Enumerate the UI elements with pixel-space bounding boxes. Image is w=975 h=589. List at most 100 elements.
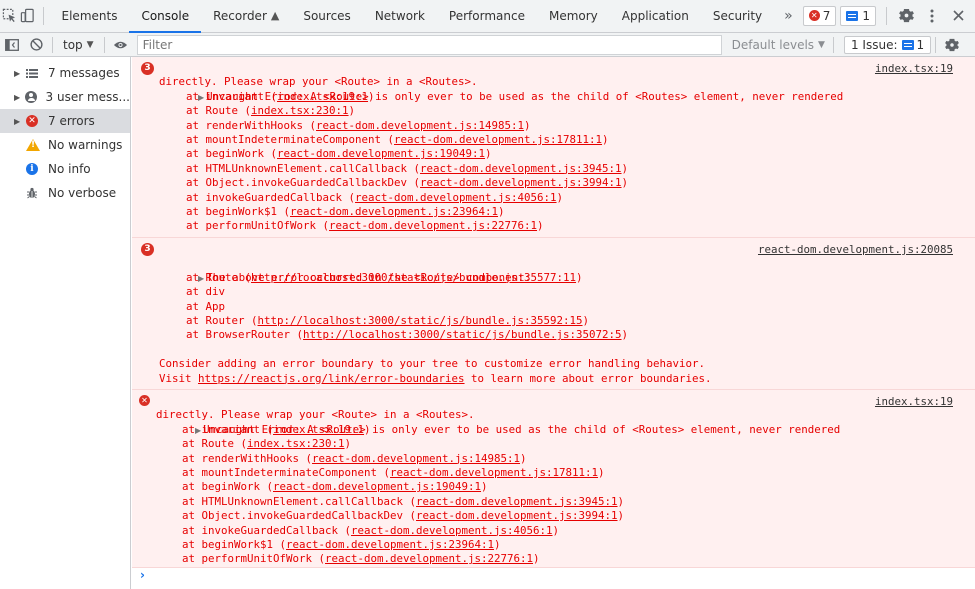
stack-frame: at beginWork (react-dom.development.js:1… [132,480,975,494]
sidebar-item-user-messages[interactable]: ▶ 3 user mess... [0,85,130,109]
frame-link[interactable]: react-dom.development.js:19049:1 [273,480,481,493]
error-boundaries-link[interactable]: https://reactjs.org/link/error-boundarie… [198,372,465,385]
stack-frame: at invokeGuardedCallback (react-dom.deve… [132,524,975,538]
frame-link[interactable]: react-dom.development.js:19049:1 [277,147,485,160]
frame-fn: at mountIndeterminateComponent ( [182,465,391,479]
frame-link[interactable]: react-dom.development.js:22776:1 [325,552,533,565]
expand-arrow-icon[interactable]: ▶ [14,93,25,102]
tab-label: Elements [61,8,118,23]
frame-link[interactable]: react-dom.development.js:3994:1 [420,176,622,189]
frame-end: ) [485,147,492,161]
console-prompt[interactable]: › [140,568,145,582]
stack-frame: at Object.invokeGuardedCallbackDev (reac… [132,176,975,190]
frame-link[interactable]: react-dom.development.js:23964:1 [286,538,494,551]
more-tabs-button[interactable]: » [774,0,803,32]
console-messages: 3 ▶ Uncaught Error: A <Route> is only eve… [132,57,975,589]
log-levels-dropdown[interactable]: Default levels ▼ [728,38,829,52]
stack-frame: at div [132,285,975,299]
frame-link[interactable]: http://localhost:3000/static/js/bundle.j… [258,314,583,327]
settings-gear-icon[interactable] [893,3,919,29]
frame-link[interactable]: react-dom.development.js:4056:1 [355,191,557,204]
sidebar-item-messages[interactable]: ▶ 7 messages [0,61,130,85]
issues-button[interactable]: 1 Issue: 1 [843,35,932,54]
tab-security[interactable]: Security [701,0,774,32]
frame-link[interactable]: react-dom.development.js:17811:1 [390,466,598,479]
toolbar-divider [886,6,887,25]
console-error-message[interactable]: 3 ▶ Uncaught Error: A <Route> is only eve… [132,57,975,238]
tab-memory[interactable]: Memory [537,0,610,32]
issues-count: 1 [916,37,925,52]
console-error-message[interactable]: ✕ ▶ Uncaught Error: A <Route> is only eve… [132,390,975,568]
frame-end: ) [621,176,629,190]
tab-label: Recorder [213,8,267,23]
frame-link[interactable]: react-dom.development.js:3945:1 [416,495,618,508]
source-link[interactable]: index.tsx:19 [875,395,953,409]
frame-fn: at App [186,299,226,313]
error-icon: ✕ [139,395,150,406]
frame-fn: at renderWithHooks ( [186,118,317,132]
issue-icon [846,10,859,21]
frame-link[interactable]: react-dom.development.js:3945:1 [420,162,622,175]
toolbar-divider [103,36,105,53]
frame-end: ) [520,451,527,465]
tab-console[interactable]: Console [129,0,201,33]
devtools-tabbar: Elements Console Recorder ▲ Sources Netwo… [0,0,975,33]
clear-console-icon[interactable] [24,33,48,57]
eye-icon[interactable] [109,33,133,57]
frame-link[interactable]: index.tsx:230:1 [251,104,349,117]
tab-sources[interactable]: Sources [291,0,362,32]
inspect-element-icon[interactable] [0,0,18,32]
sidebar-item-errors[interactable]: ▶ ✕ 7 errors [0,109,130,133]
tab-label: Application [621,8,689,23]
user-icon [25,91,38,103]
sidebar-item-verbose[interactable]: ▶ No verbose [0,181,130,205]
context-selector[interactable]: top ▼ [57,38,100,52]
frame-fn: at Object.invokeGuardedCallbackDev ( [182,509,417,523]
stack-frame: at BrowserRouter (http://localhost:3000/… [132,328,975,342]
expand-arrow-icon[interactable]: ▶ [14,69,26,78]
frame-end: ) [498,204,505,218]
source-link[interactable]: react-dom.development.js:20085 [758,243,953,257]
sidebar-toggle-icon[interactable] [0,33,24,57]
console-toolbar: top ▼ Default levels ▼ 1 Issue: 1 [0,33,975,57]
console-settings-gear-icon[interactable] [940,33,964,57]
kebab-menu-icon[interactable] [919,3,945,29]
frame-fn: at beginWork ( [182,480,274,494]
frame-link[interactable]: react-dom.development.js:3994:1 [416,509,618,522]
close-icon[interactable] [945,3,971,29]
frame-link[interactable]: http://localhost:3000/static/js/bundle.j… [303,328,622,341]
frame-link[interactable]: react-dom.development.js:17811:1 [394,133,602,146]
console-error-message[interactable]: 3 ▶ The above error occurred in the <Rout… [132,238,975,390]
frame-link[interactable]: react-dom.development.js:23964:1 [290,205,498,218]
source-link[interactable]: index.tsx:19 [875,62,953,76]
frame-end: ) [481,480,488,494]
sidebar-item-label: No info [48,162,91,176]
tab-performance[interactable]: Performance [437,0,537,32]
tab-network[interactable]: Network [363,0,437,32]
issue-count-badge[interactable]: 1 [840,5,876,26]
tab-recorder[interactable]: Recorder ▲ [201,0,291,32]
stack-frame: at renderWithHooks (react-dom.developmen… [132,452,975,466]
frame-link[interactable]: react-dom.development.js:4056:1 [351,524,553,537]
expand-arrow-icon[interactable]: ▶ [198,93,204,102]
toolbar-divider [52,36,53,53]
frame-link[interactable]: react-dom.development.js:22776:1 [329,219,537,232]
sidebar-item-warnings[interactable]: ▶ No warnings [0,133,130,157]
tab-application[interactable]: Application [610,0,701,32]
frame-end: ) [344,437,352,451]
frame-link[interactable]: react-dom.development.js:14985:1 [316,119,524,132]
expand-arrow-icon[interactable]: ▶ [14,117,26,126]
sidebar-item-info[interactable]: ▶ i No info [0,157,130,181]
frame-fn: at BrowserRouter ( [186,328,304,342]
device-toolbar-icon[interactable] [18,0,36,32]
frame-link[interactable]: index.tsx:230:1 [247,437,345,450]
expand-arrow-icon[interactable]: ▶ [198,274,204,283]
expand-arrow-icon[interactable]: ▶ [195,426,201,435]
frame-end: ) [621,161,629,175]
error-boundary-hint: Consider adding an error boundary to you… [159,357,706,371]
error-count-badge[interactable]: ✕ 7 [802,5,837,26]
tab-elements[interactable]: Elements [50,0,130,32]
filter-input[interactable] [136,34,722,55]
frame-link[interactable]: react-dom.development.js:14985:1 [312,452,520,465]
